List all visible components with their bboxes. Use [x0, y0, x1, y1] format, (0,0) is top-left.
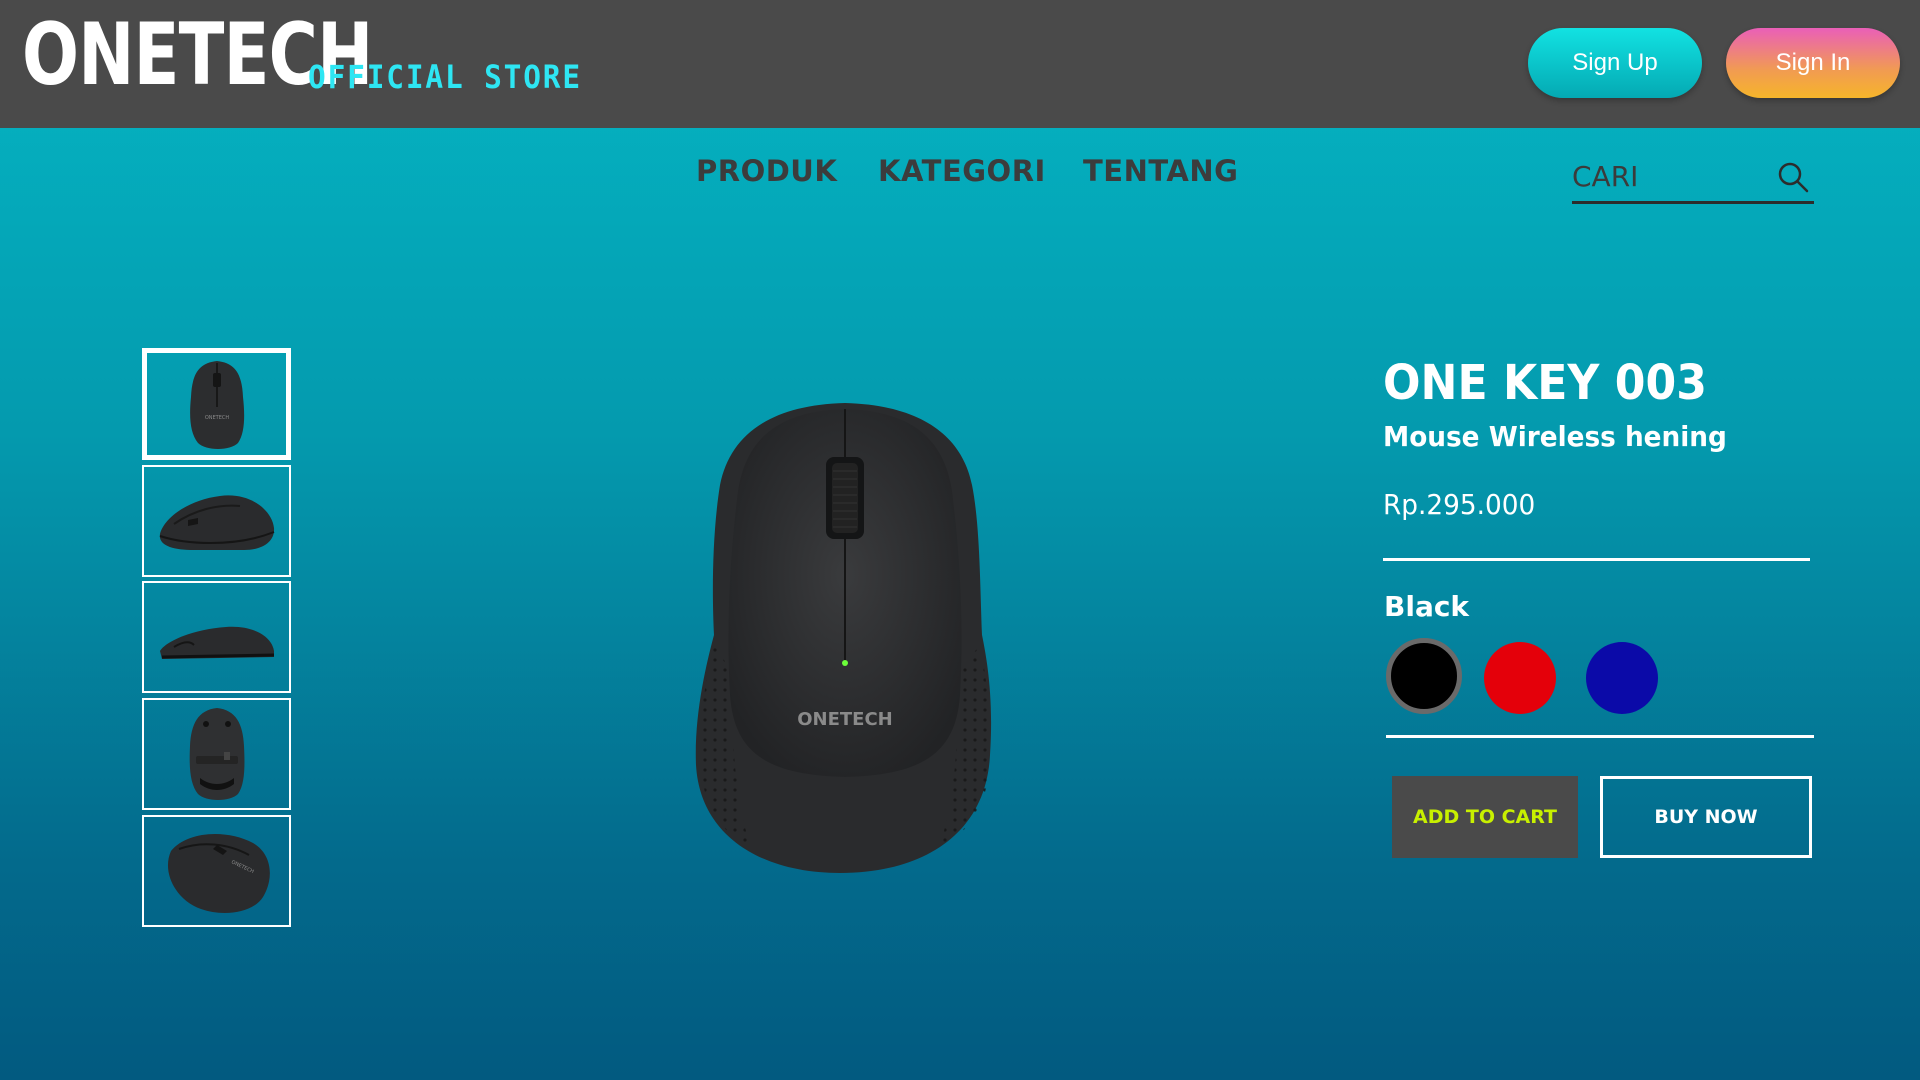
selected-color-label: Black: [1384, 590, 1470, 623]
search-input[interactable]: [1572, 154, 1762, 198]
product-subtitle: Mouse Wireless hening: [1383, 420, 1727, 453]
mouse-top-thumbnail: ONETECH: [189, 360, 244, 449]
nav-item-produk[interactable]: PRODUK: [696, 154, 837, 188]
thumbnail-top[interactable]: ONETECH: [142, 348, 291, 460]
mouse-angled-right-thumbnail: ONETECH: [167, 833, 270, 913]
thumbnail-angled-right[interactable]: ONETECH: [142, 815, 291, 927]
search-box: [1572, 150, 1814, 204]
product-main-image: ONETECH: [695, 403, 992, 873]
color-swatch-black[interactable]: [1386, 638, 1462, 714]
mouse-side-thumbnail: [160, 626, 275, 659]
divider: [1383, 558, 1810, 561]
product-name: ONE KEY 003: [1383, 355, 1707, 411]
buy-now-button[interactable]: BUY NOW: [1600, 776, 1812, 858]
sign-up-button[interactable]: Sign Up: [1528, 28, 1702, 98]
search-icon[interactable]: [1776, 160, 1810, 194]
nav-item-kategori[interactable]: KATEGORI: [878, 154, 1046, 188]
sign-in-button[interactable]: Sign In: [1726, 28, 1900, 98]
top-bar: ONETECH OFFICIAL STORE Sign Up Sign In: [0, 0, 1920, 128]
nav-item-tentang[interactable]: TENTANG: [1083, 154, 1238, 188]
product-image-brand: ONETECH: [797, 709, 893, 730]
thumbnail-side[interactable]: [142, 581, 291, 693]
thumbnail-bottom[interactable]: [142, 698, 291, 810]
add-to-cart-button[interactable]: ADD TO CART: [1392, 776, 1578, 858]
store-tagline: OFFICIAL STORE: [308, 58, 582, 96]
color-swatch-red[interactable]: [1484, 642, 1556, 714]
color-swatch-blue[interactable]: [1586, 642, 1658, 714]
mouse-bottom-thumbnail: [189, 708, 244, 800]
thumbnail-angled-left[interactable]: [142, 465, 291, 577]
divider: [1386, 735, 1814, 738]
product-price: Rp.295.000: [1383, 488, 1536, 521]
mouse-angled-thumbnail: [159, 494, 275, 550]
svg-text:ONETECH: ONETECH: [204, 415, 229, 421]
